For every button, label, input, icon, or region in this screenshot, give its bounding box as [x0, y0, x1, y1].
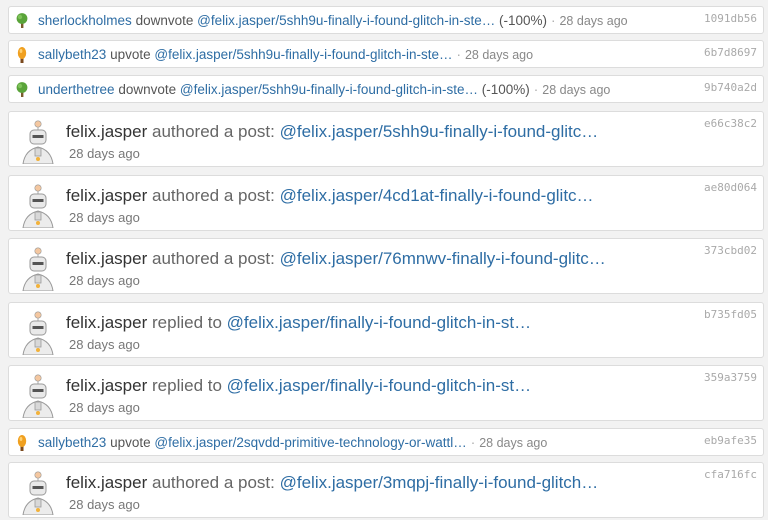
feed-item: sallybeth23 upvote @felix.jasper/5shh9u-… — [8, 40, 764, 68]
activity-line: sallybeth23 upvote @felix.jasper/5shh9u-… — [38, 47, 533, 62]
timestamp: 28 days ago — [69, 273, 140, 288]
tree-avatar-icon[interactable] — [15, 81, 29, 98]
orange-avatar-icon[interactable] — [15, 46, 29, 63]
post-link[interactable]: @felix.jasper/76mnwv-finally-i-found-gli… — [280, 249, 606, 268]
transaction-hash[interactable]: cfa716fc — [704, 468, 757, 481]
user-link[interactable]: underthetree — [38, 82, 115, 97]
timestamp: 28 days ago — [559, 14, 628, 28]
timestamp: 28 days ago — [464, 48, 534, 62]
action-text: replied to — [152, 376, 222, 395]
activity-line: felix.jasper authored a post: @felix.jas… — [66, 473, 598, 493]
feed-item: felix.jasper authored a post: @felix.jas… — [8, 462, 764, 518]
feed-item: underthetree downvote @felix.jasper/5shh… — [8, 75, 764, 103]
post-link[interactable]: @felix.jasper/4cd1at-finally-i-found-gli… — [280, 186, 594, 205]
tree-avatar-icon[interactable] — [15, 12, 29, 29]
activity-line: sallybeth23 upvote @felix.jasper/2sqvdd-… — [38, 435, 547, 450]
robot-avatar-icon[interactable] — [17, 182, 59, 229]
action-text: authored a post: — [152, 122, 275, 141]
timestamp: 28 days ago — [542, 83, 611, 97]
user-link[interactable]: felix.jasper — [66, 249, 147, 268]
activity-line: felix.jasper authored a post: @felix.jas… — [66, 186, 594, 206]
timestamp: 28 days ago — [69, 400, 140, 415]
user-link[interactable]: felix.jasper — [66, 473, 147, 492]
user-link[interactable]: sallybeth23 — [38, 435, 106, 450]
activity-line: underthetree downvote @felix.jasper/5shh… — [38, 82, 610, 97]
robot-avatar-icon[interactable] — [17, 118, 59, 165]
transaction-hash[interactable]: 359a3759 — [704, 371, 757, 384]
user-link[interactable]: felix.jasper — [66, 376, 147, 395]
activity-line: felix.jasper replied to @felix.jasper/fi… — [66, 376, 531, 396]
transaction-hash[interactable]: b735fd05 — [704, 308, 757, 321]
action-text: authored a post: — [152, 473, 275, 492]
transaction-hash[interactable]: e66c38c2 — [704, 117, 757, 130]
post-link[interactable]: @felix.jasper/3mqpj-finally-i-found-glit… — [280, 473, 599, 492]
post-link[interactable]: @felix.jasper/finally-i-found-glitch-in-… — [227, 376, 531, 395]
transaction-hash[interactable]: 1091db56 — [704, 12, 757, 25]
vote-weight: (-100%) — [481, 82, 530, 97]
timestamp: 28 days ago — [479, 436, 548, 450]
feed-item: sallybeth23 upvote @felix.jasper/2sqvdd-… — [8, 428, 764, 456]
robot-avatar-icon[interactable] — [17, 309, 59, 356]
user-link[interactable]: felix.jasper — [66, 313, 147, 332]
feed-item: felix.jasper authored a post: @felix.jas… — [8, 111, 764, 167]
feed-item: sherlockholmes downvote @felix.jasper/5s… — [8, 6, 764, 34]
post-link[interactable]: @felix.jasper/2sqvdd-primitive-technolog… — [154, 435, 466, 450]
activity-line: sherlockholmes downvote @felix.jasper/5s… — [38, 13, 628, 28]
transaction-hash[interactable]: 373cbd02 — [704, 244, 757, 257]
action-text: upvote — [110, 47, 151, 62]
post-link[interactable]: @felix.jasper/finally-i-found-glitch-in-… — [227, 313, 531, 332]
action-text: downvote — [118, 82, 177, 97]
post-link[interactable]: @felix.jasper/5shh9u-finally-i-found-gli… — [180, 82, 478, 97]
transaction-hash[interactable]: ae80d064 — [704, 181, 757, 194]
separator-dot: · — [533, 82, 539, 97]
activity-line: felix.jasper authored a post: @felix.jas… — [66, 249, 606, 269]
action-text: downvote — [135, 13, 194, 28]
feed-item: felix.jasper replied to @felix.jasper/fi… — [8, 365, 764, 421]
robot-avatar-icon[interactable] — [17, 245, 59, 292]
robot-avatar-icon[interactable] — [17, 372, 59, 419]
user-link[interactable]: felix.jasper — [66, 122, 147, 141]
separator-dot: · — [456, 47, 461, 62]
user-link[interactable]: felix.jasper — [66, 186, 147, 205]
post-link[interactable]: @felix.jasper/5shh9u-finally-i-found-gli… — [154, 47, 452, 62]
action-text: authored a post: — [152, 186, 275, 205]
timestamp: 28 days ago — [69, 146, 140, 161]
action-text: authored a post: — [152, 249, 275, 268]
timestamp: 28 days ago — [69, 497, 140, 512]
timestamp: 28 days ago — [69, 210, 140, 225]
orange-avatar-icon[interactable] — [15, 434, 29, 451]
transaction-hash[interactable]: eb9afe35 — [704, 434, 757, 447]
timestamp: 28 days ago — [69, 337, 140, 352]
post-link[interactable]: @felix.jasper/5shh9u-finally-i-found-gli… — [280, 122, 599, 141]
action-text: replied to — [152, 313, 222, 332]
robot-avatar-icon[interactable] — [17, 469, 59, 516]
post-link[interactable]: @felix.jasper/5shh9u-finally-i-found-gli… — [197, 13, 495, 28]
user-link[interactable]: sherlockholmes — [38, 13, 132, 28]
user-link[interactable]: sallybeth23 — [38, 47, 106, 62]
feed-item: felix.jasper authored a post: @felix.jas… — [8, 238, 764, 294]
activity-line: felix.jasper authored a post: @felix.jas… — [66, 122, 598, 142]
separator-dot: · — [470, 435, 476, 450]
feed-item: felix.jasper replied to @felix.jasper/fi… — [8, 302, 764, 358]
transaction-hash[interactable]: 6b7d8697 — [704, 46, 757, 59]
feed-item: felix.jasper authored a post: @felix.jas… — [8, 175, 764, 231]
separator-dot: · — [550, 13, 556, 28]
transaction-hash[interactable]: 9b740a2d — [704, 81, 757, 94]
vote-weight: (-100%) — [498, 13, 547, 28]
activity-line: felix.jasper replied to @felix.jasper/fi… — [66, 313, 531, 333]
action-text: upvote — [110, 435, 151, 450]
